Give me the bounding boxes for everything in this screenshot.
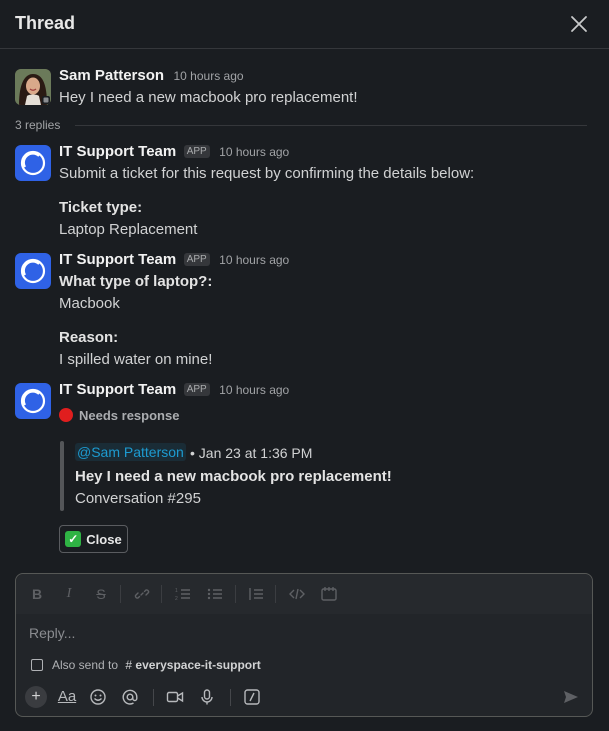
message-header: IT Support Team APP 10 hours ago [59,251,289,269]
divider [235,585,236,603]
link-icon[interactable] [133,585,151,603]
field-value: I spilled water on mine! [59,351,213,368]
timestamp[interactable]: 10 hours ago [219,253,289,267]
status-badge: Needs response [59,408,179,423]
quote-bar [60,441,64,511]
also-send-checkbox[interactable] [31,659,43,671]
svg-text:1: 1 [175,588,178,594]
divider [153,689,154,706]
author-name[interactable]: IT Support Team [59,251,176,268]
message-header: IT Support Team APP 10 hours ago [59,381,289,399]
emoji-icon[interactable] [89,688,107,706]
app-badge: APP [183,253,210,266]
timestamp[interactable]: 10 hours ago [174,69,244,83]
it-support-logo-icon [20,150,46,176]
timestamp[interactable]: 10 hours ago [219,383,289,397]
thread-title: Thread [15,13,76,33]
video-icon[interactable] [166,688,184,706]
send-icon[interactable] [562,688,580,706]
also-send-label: Also send to [52,658,119,672]
also-send-option[interactable]: Also send to # everyspace-it-support [31,658,261,672]
svg-text:2: 2 [175,596,178,602]
app-badge: APP [183,383,210,396]
reply-message-3: IT Support Team APP 10 hours ago [0,380,609,419]
blockquote-icon[interactable] [247,585,265,603]
reply-input[interactable]: Reply... [29,625,75,641]
close-button[interactable]: ✓ Close [59,525,128,553]
message-header: IT Support Team APP 10 hours ago [59,143,289,161]
quote-title: Hey I need a new macbook pro replacement… [75,468,392,485]
field-label: Reason: [59,329,119,346]
author-name[interactable]: Sam Patterson [59,67,164,84]
author-name[interactable]: IT Support Team [59,381,176,398]
field-label: Ticket type: [59,199,143,216]
user-mention[interactable]: @Sam Patterson [75,443,186,461]
message-text: Hey I need a new macbook pro replacement… [59,89,358,106]
close-button-label: Close [86,531,122,547]
composer-actions: + Aa [16,680,592,714]
channel-name: everyspace-it-support [135,658,261,672]
field-value: Macbook [59,295,120,312]
strikethrough-icon[interactable]: S [92,585,110,603]
check-icon: ✓ [65,531,82,547]
code-icon[interactable] [288,585,306,603]
timestamp[interactable]: 10 hours ago [219,145,289,159]
conversation-id: Conversation #295 [75,490,201,507]
close-icon[interactable] [568,13,590,35]
it-support-logo-icon [20,388,46,414]
divider [120,585,121,603]
mention-icon[interactable] [121,688,139,706]
author-name[interactable]: IT Support Team [59,143,176,160]
status-text: Needs response [79,408,180,423]
app-badge: APP [183,145,210,158]
reply-message-1: IT Support Team APP 10 hours ago Submit … [0,142,609,242]
red-circle-icon [59,408,73,422]
replies-divider: 3 replies [15,118,587,134]
divider-line [75,125,587,126]
quote-date[interactable]: • Jan 23 at 1:36 PM [190,445,312,461]
message-header: Sam Patterson 10 hours ago [59,67,244,85]
hash-icon: # [125,658,133,672]
it-support-logo-icon [20,258,46,284]
replies-count: 3 replies [15,118,61,132]
ordered-list-icon[interactable]: 1 2 [174,585,192,603]
app-avatar[interactable] [15,145,51,181]
bulleted-list-icon[interactable] [206,585,224,603]
microphone-icon[interactable] [198,688,216,706]
app-avatar[interactable] [15,383,51,419]
avatar[interactable] [15,69,51,105]
app-avatar[interactable] [15,253,51,289]
italic-icon[interactable]: I [60,585,78,603]
code-block-icon[interactable] [320,585,338,603]
divider [230,689,231,706]
user-avatar-icon [15,69,51,105]
bold-icon[interactable]: B [28,585,46,603]
add-icon[interactable]: + [25,686,47,708]
reply-composer: B I S 1 2 Reply... Also send to # everys… [15,573,593,717]
thread-header: Thread [0,0,609,49]
divider [275,585,276,603]
parent-message: Sam Patterson 10 hours ago Hey I need a … [0,66,609,110]
field-value: Laptop Replacement [59,221,198,238]
slash-command-icon[interactable] [243,688,261,706]
divider [161,585,162,603]
field-label: What type of laptop?: [59,273,213,290]
reply-message-2: IT Support Team APP 10 hours ago What ty… [0,250,609,370]
message-text: Submit a ticket for this request by conf… [59,165,475,182]
format-toolbar: B I S 1 2 [16,574,592,614]
format-toggle-icon[interactable]: Aa [56,688,78,706]
